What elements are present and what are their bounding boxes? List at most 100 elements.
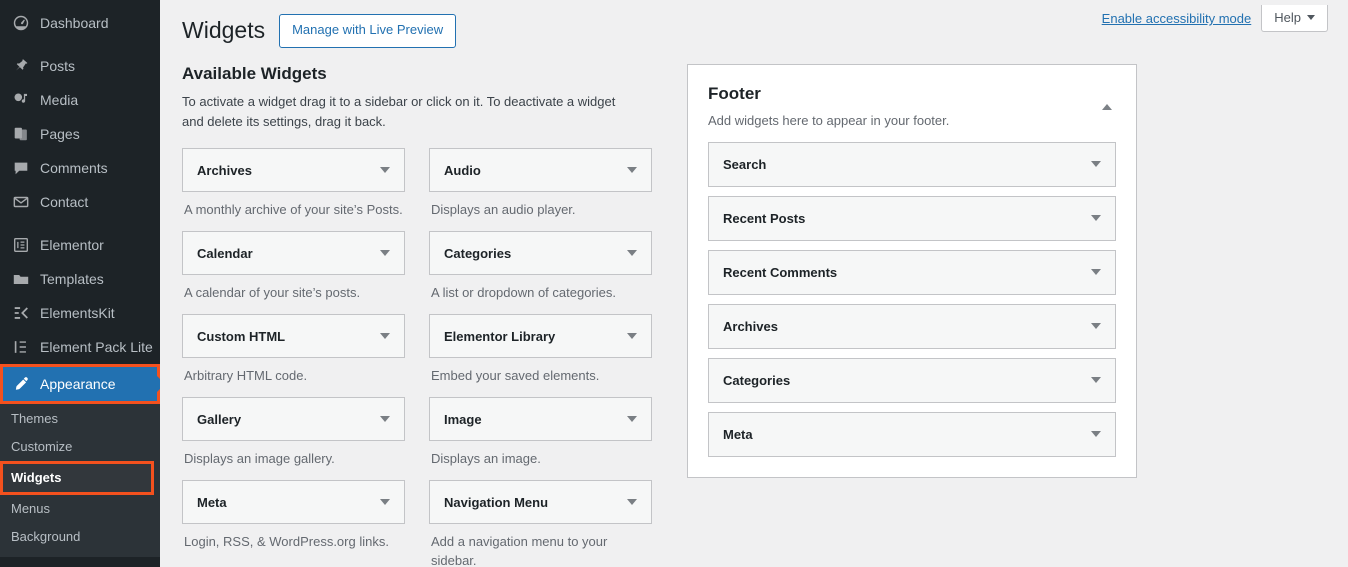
elementor-icon bbox=[11, 235, 31, 255]
chevron-down-icon[interactable] bbox=[1091, 377, 1101, 384]
widget-name: Image bbox=[444, 411, 482, 427]
appearance-brush-icon bbox=[11, 374, 31, 394]
available-widgets-grid: Archives A monthly archive of your site’… bbox=[182, 148, 652, 567]
chevron-down-icon[interactable] bbox=[1091, 161, 1101, 168]
sidebar-item-element-pack-lite[interactable]: Element Pack Lite bbox=[0, 330, 160, 364]
sidebar-item-label: Comments bbox=[40, 160, 108, 176]
available-widget-custom-html[interactable]: Custom HTML bbox=[182, 314, 405, 359]
sidebar-item-contact[interactable]: Contact bbox=[0, 185, 160, 219]
chevron-down-icon[interactable] bbox=[380, 250, 390, 257]
chevron-down-icon[interactable] bbox=[627, 167, 637, 174]
sidebar-item-label: Dashboard bbox=[40, 15, 109, 31]
available-widget-navigation-menu[interactable]: Navigation Menu bbox=[429, 480, 652, 525]
sidebar-item-elementor[interactable]: Elementor bbox=[0, 228, 160, 262]
chevron-down-icon[interactable] bbox=[627, 250, 637, 257]
available-widget-audio[interactable]: Audio bbox=[429, 148, 652, 193]
chevron-down-icon[interactable] bbox=[627, 333, 637, 340]
widget-name: Recent Posts bbox=[723, 210, 806, 226]
sidebar-item-posts[interactable]: Posts bbox=[0, 49, 160, 83]
widget-name: Navigation Menu bbox=[444, 494, 549, 510]
chevron-down-icon[interactable] bbox=[380, 499, 390, 506]
widget-description: Add a navigation menu to your sidebar. bbox=[431, 534, 608, 567]
sidebar-item-dashboard[interactable]: Dashboard bbox=[0, 6, 160, 40]
sidebar-item-label: Templates bbox=[40, 271, 104, 287]
chevron-down-icon[interactable] bbox=[380, 333, 390, 340]
widget-name: Gallery bbox=[197, 411, 242, 427]
submenu-item-menus[interactable]: Menus bbox=[0, 495, 160, 523]
widget-cell: Meta Login, RSS, & WordPress.org links. bbox=[182, 480, 405, 567]
widget-name: Archives bbox=[723, 318, 778, 334]
widget-cell: Image Displays an image. bbox=[429, 397, 652, 480]
widget-description: Login, RSS, & WordPress.org links. bbox=[184, 534, 389, 550]
sidebar-item-label: ElementsKit bbox=[40, 305, 115, 321]
widget-description: Displays an image. bbox=[431, 451, 541, 467]
sidebar-item-label: Elementor bbox=[40, 237, 104, 253]
sidebar-item-comments[interactable]: Comments bbox=[0, 151, 160, 185]
sidebar-item-templates[interactable]: Templates bbox=[0, 262, 160, 296]
sidebar-item-media[interactable]: Media bbox=[0, 83, 160, 117]
top-utility-bar: Enable accessibility mode Help bbox=[1102, 0, 1348, 32]
available-widget-elementor-library[interactable]: Elementor Library bbox=[429, 314, 652, 359]
footer-widget-categories[interactable]: Categories bbox=[708, 357, 1116, 403]
footer-widget-recent-comments[interactable]: Recent Comments bbox=[708, 249, 1116, 295]
sidebar-item-elementskit[interactable]: ElementsKit bbox=[0, 296, 160, 330]
footer-widget-archives[interactable]: Archives bbox=[708, 303, 1116, 349]
widget-cell: Gallery Displays an image gallery. bbox=[182, 397, 405, 480]
widget-cell: Categories A list or dropdown of categor… bbox=[429, 231, 652, 314]
widget-name: Recent Comments bbox=[723, 264, 838, 280]
folder-icon bbox=[11, 269, 31, 289]
footer-widget-search[interactable]: Search bbox=[708, 141, 1116, 187]
chevron-down-icon[interactable] bbox=[627, 416, 637, 423]
widget-name: Calendar bbox=[197, 245, 253, 261]
submenu-item-themes[interactable]: Themes bbox=[0, 405, 160, 433]
widgets-columns: Available Widgets To activate a widget d… bbox=[160, 48, 1348, 567]
widget-description: Arbitrary HTML code. bbox=[184, 368, 308, 384]
widget-name: Categories bbox=[723, 372, 791, 388]
widget-cell: Navigation Menu Add a navigation menu to… bbox=[429, 480, 652, 567]
widget-cell: Archives A monthly archive of your site’… bbox=[182, 148, 405, 231]
available-widget-gallery[interactable]: Gallery bbox=[182, 397, 405, 442]
main-content: Enable accessibility mode Help Widgets M… bbox=[160, 0, 1348, 567]
enable-accessibility-mode-link[interactable]: Enable accessibility mode bbox=[1102, 9, 1252, 29]
submenu-item-customize[interactable]: Customize bbox=[0, 433, 160, 461]
sidebars-column: Footer Add widgets here to appear in you… bbox=[687, 63, 1137, 567]
element-pack-icon bbox=[11, 337, 31, 357]
widget-name: Archives bbox=[197, 162, 252, 178]
sidebar-item-label: Posts bbox=[40, 58, 76, 74]
available-widget-calendar[interactable]: Calendar bbox=[182, 231, 405, 276]
footer-panel-header[interactable]: Footer bbox=[708, 83, 1116, 110]
sidebar-item-label: Element Pack Lite bbox=[40, 339, 153, 355]
footer-widget-meta[interactable]: Meta bbox=[708, 411, 1116, 457]
widget-name: Audio bbox=[444, 162, 481, 178]
chevron-down-icon[interactable] bbox=[1091, 323, 1101, 330]
dashboard-icon bbox=[11, 13, 31, 33]
sidebar-divider bbox=[0, 219, 160, 228]
chevron-down-icon[interactable] bbox=[1091, 215, 1101, 222]
elementskit-icon bbox=[11, 303, 31, 323]
submenu-item-background[interactable]: Background bbox=[0, 523, 160, 551]
available-widget-archives[interactable]: Archives bbox=[182, 148, 405, 193]
widget-name: Meta bbox=[723, 426, 753, 442]
chevron-down-icon[interactable] bbox=[1091, 269, 1101, 276]
available-widget-meta[interactable]: Meta bbox=[182, 480, 405, 525]
sidebar-item-pages[interactable]: Pages bbox=[0, 117, 160, 151]
sidebar-item-label: Appearance bbox=[40, 376, 116, 392]
available-widget-image[interactable]: Image bbox=[429, 397, 652, 442]
submenu-item-widgets[interactable]: Widgets bbox=[0, 461, 154, 495]
chevron-down-icon[interactable] bbox=[380, 167, 390, 174]
sidebar-divider bbox=[0, 40, 160, 49]
collapse-toggle[interactable] bbox=[1102, 83, 1116, 110]
help-button[interactable]: Help bbox=[1261, 5, 1328, 32]
chevron-down-icon[interactable] bbox=[380, 416, 390, 423]
available-widget-categories[interactable]: Categories bbox=[429, 231, 652, 276]
appearance-submenu: Themes Customize Widgets Menus Backgroun… bbox=[0, 404, 160, 557]
chevron-down-icon bbox=[1307, 15, 1315, 20]
envelope-icon bbox=[11, 192, 31, 212]
chevron-down-icon[interactable] bbox=[627, 499, 637, 506]
chevron-down-icon[interactable] bbox=[1091, 431, 1101, 438]
sidebar-item-appearance[interactable]: Appearance bbox=[0, 364, 160, 404]
widget-cell: Audio Displays an audio player. bbox=[429, 148, 652, 231]
page-title: Widgets bbox=[182, 16, 266, 43]
footer-widget-recent-posts[interactable]: Recent Posts bbox=[708, 195, 1116, 241]
manage-with-live-preview-button[interactable]: Manage with Live Preview bbox=[279, 14, 457, 48]
